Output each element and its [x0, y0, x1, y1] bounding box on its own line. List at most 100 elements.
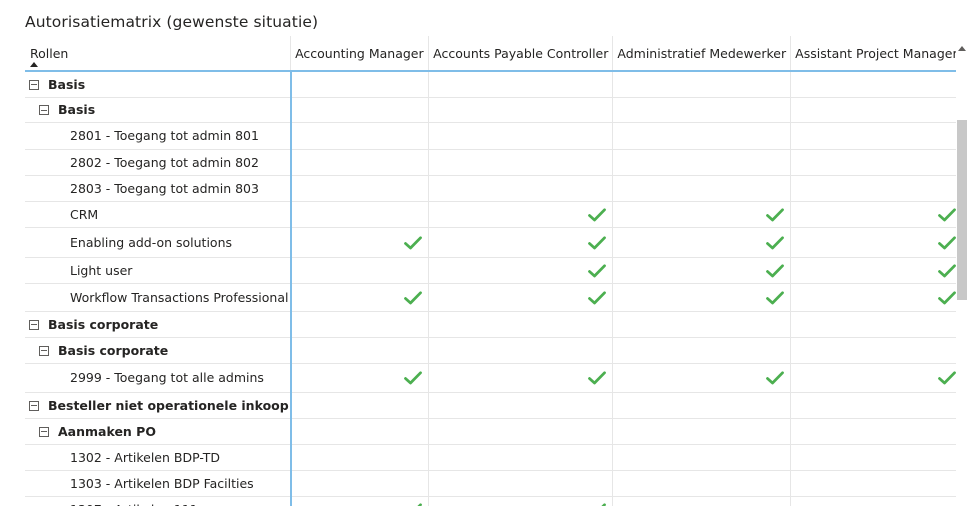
matrix-row: 1307 - Artikelen 111	[25, 496, 962, 506]
matrix-row: 1303 - Artikelen BDP Facilties	[25, 470, 962, 497]
matrix-cell	[612, 337, 791, 364]
row-header: 2803 - Toegang tot admin 803	[25, 175, 292, 202]
collapse-toggle-icon[interactable]	[39, 345, 49, 356]
column-header-accounting-manager[interactable]: Accounting Manager	[290, 36, 429, 72]
checkmark-icon	[938, 371, 956, 385]
matrix-cell	[612, 418, 791, 445]
authorization-matrix: Rollen Accounting Manager Accounts Payab…	[25, 36, 962, 506]
checkmark-icon	[588, 264, 607, 278]
matrix-cell	[428, 149, 613, 176]
checkmark-icon	[766, 371, 785, 385]
vertical-scrollbar[interactable]	[956, 36, 968, 506]
row-label: 2999 - Toegang tot alle admins	[70, 370, 264, 385]
scrollbar-thumb[interactable]	[957, 120, 967, 300]
matrix-row: 2801 - Toegang tot admin 801	[25, 122, 962, 150]
checkmark-icon	[766, 291, 785, 305]
row-label: 1307 - Artikelen 111	[70, 502, 198, 506]
matrix-cell	[290, 470, 429, 497]
matrix-cell	[612, 175, 791, 202]
collapse-toggle-icon[interactable]	[29, 79, 39, 90]
checkmark-icon	[404, 371, 423, 385]
matrix-cell	[290, 418, 429, 445]
matrix-cell	[612, 201, 791, 228]
matrix-cell	[790, 257, 962, 284]
matrix-cell	[790, 392, 962, 419]
matrix-cell	[428, 392, 613, 419]
matrix-cell	[428, 201, 613, 228]
matrix-cell	[612, 496, 791, 506]
matrix-cell	[790, 496, 962, 506]
checkmark-icon	[588, 236, 607, 250]
row-label: 1303 - Artikelen BDP Facilties	[70, 475, 254, 491]
checkmark-icon	[588, 291, 607, 305]
matrix-cell	[612, 363, 791, 393]
row-label: Besteller niet operationele inkoop	[48, 397, 289, 413]
row-label: Light user	[70, 262, 133, 278]
row-header[interactable]: Basis corporate	[25, 337, 292, 364]
matrix-row: Workflow Transactions Professional	[25, 283, 962, 312]
matrix-row: 1302 - Artikelen BDP-TD	[25, 444, 962, 471]
row-header: 1307 - Artikelen 111	[25, 496, 292, 506]
collapse-toggle-icon[interactable]	[29, 400, 39, 411]
matrix-cell	[428, 363, 613, 393]
matrix-cell	[290, 392, 429, 419]
matrix-cell	[612, 392, 791, 419]
column-header-rollen[interactable]: Rollen	[25, 36, 291, 72]
matrix-cell	[790, 418, 962, 445]
row-label: Basis corporate	[58, 342, 169, 358]
group-row: Basis	[25, 71, 962, 98]
row-label: Basis corporate	[48, 316, 159, 332]
checkmark-icon	[938, 291, 956, 305]
matrix-cell	[428, 283, 613, 312]
row-header[interactable]: Aanmaken PO	[25, 418, 292, 445]
collapse-toggle-icon[interactable]	[29, 319, 39, 330]
matrix-cell	[612, 257, 791, 284]
matrix-cell	[790, 149, 962, 176]
row-header: 1303 - Artikelen BDP Facilties	[25, 470, 292, 497]
checkmark-icon	[404, 291, 423, 305]
column-header-assistant-project-manager[interactable]: Assistant Project Manager	[790, 36, 962, 72]
checkmark-icon	[766, 264, 785, 278]
row-header: 2999 - Toegang tot alle admins	[25, 363, 292, 393]
matrix-cell	[290, 71, 429, 98]
scroll-up-arrow-icon[interactable]	[958, 46, 966, 51]
row-label: CRM	[70, 206, 99, 222]
matrix-cell	[612, 97, 791, 123]
row-label: Basis	[58, 102, 96, 117]
matrix-cell	[612, 149, 791, 176]
matrix-cell	[290, 97, 429, 123]
matrix-cell	[290, 175, 429, 202]
row-label: Basis	[48, 76, 86, 92]
row-header[interactable]: Basis	[25, 97, 292, 123]
collapse-toggle-icon[interactable]	[39, 426, 49, 437]
matrix-cell	[428, 418, 613, 445]
sort-ascending-icon	[30, 62, 38, 67]
matrix-cell	[428, 227, 613, 258]
matrix-cell	[790, 97, 962, 123]
matrix-cell	[790, 122, 962, 150]
matrix-cell	[790, 363, 962, 393]
row-header[interactable]: Basis	[25, 71, 292, 98]
checkmark-icon	[938, 208, 956, 222]
matrix-table: Rollen Accounting Manager Accounts Payab…	[25, 36, 962, 506]
checkmark-icon	[938, 264, 956, 278]
row-header[interactable]: Besteller niet operationele inkoop	[25, 392, 292, 419]
matrix-cell	[428, 337, 613, 364]
row-header: Workflow Transactions Professional	[25, 283, 292, 312]
row-header[interactable]: Basis corporate	[25, 311, 292, 338]
checkmark-icon	[588, 208, 607, 222]
row-header: CRM	[25, 201, 292, 228]
checkmark-icon	[938, 236, 956, 250]
column-header-administratief-medewerker[interactable]: Administratief Medewerker	[612, 36, 791, 72]
row-label: Aanmaken PO	[58, 423, 156, 439]
matrix-cell	[290, 311, 429, 338]
matrix-cell	[790, 311, 962, 338]
row-header: 2801 - Toegang tot admin 801	[25, 122, 292, 150]
matrix-cell	[612, 470, 791, 497]
collapse-toggle-icon[interactable]	[39, 105, 49, 115]
group-row: Basis	[25, 97, 962, 123]
matrix-cell	[290, 337, 429, 364]
column-header-accounts-payable-controller[interactable]: Accounts Payable Controller	[428, 36, 613, 72]
matrix-cell	[290, 149, 429, 176]
matrix-cell	[290, 283, 429, 312]
